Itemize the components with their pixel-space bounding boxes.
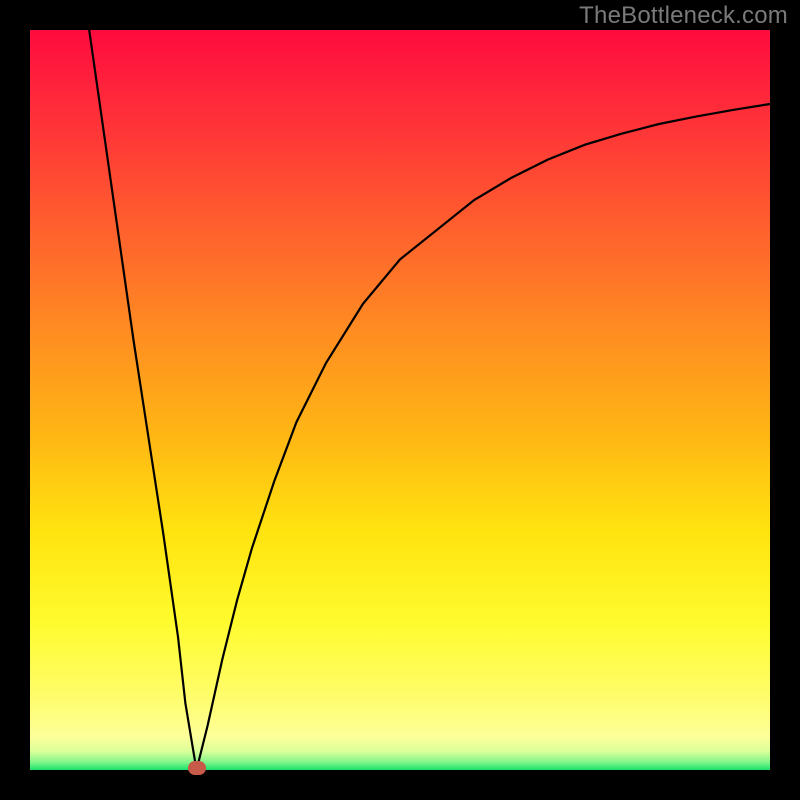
plot-background bbox=[30, 30, 770, 770]
optimum-marker bbox=[188, 761, 206, 775]
chart-canvas bbox=[0, 0, 800, 800]
chart-frame: TheBottleneck.com bbox=[0, 0, 800, 800]
watermark-text: TheBottleneck.com bbox=[579, 2, 788, 30]
